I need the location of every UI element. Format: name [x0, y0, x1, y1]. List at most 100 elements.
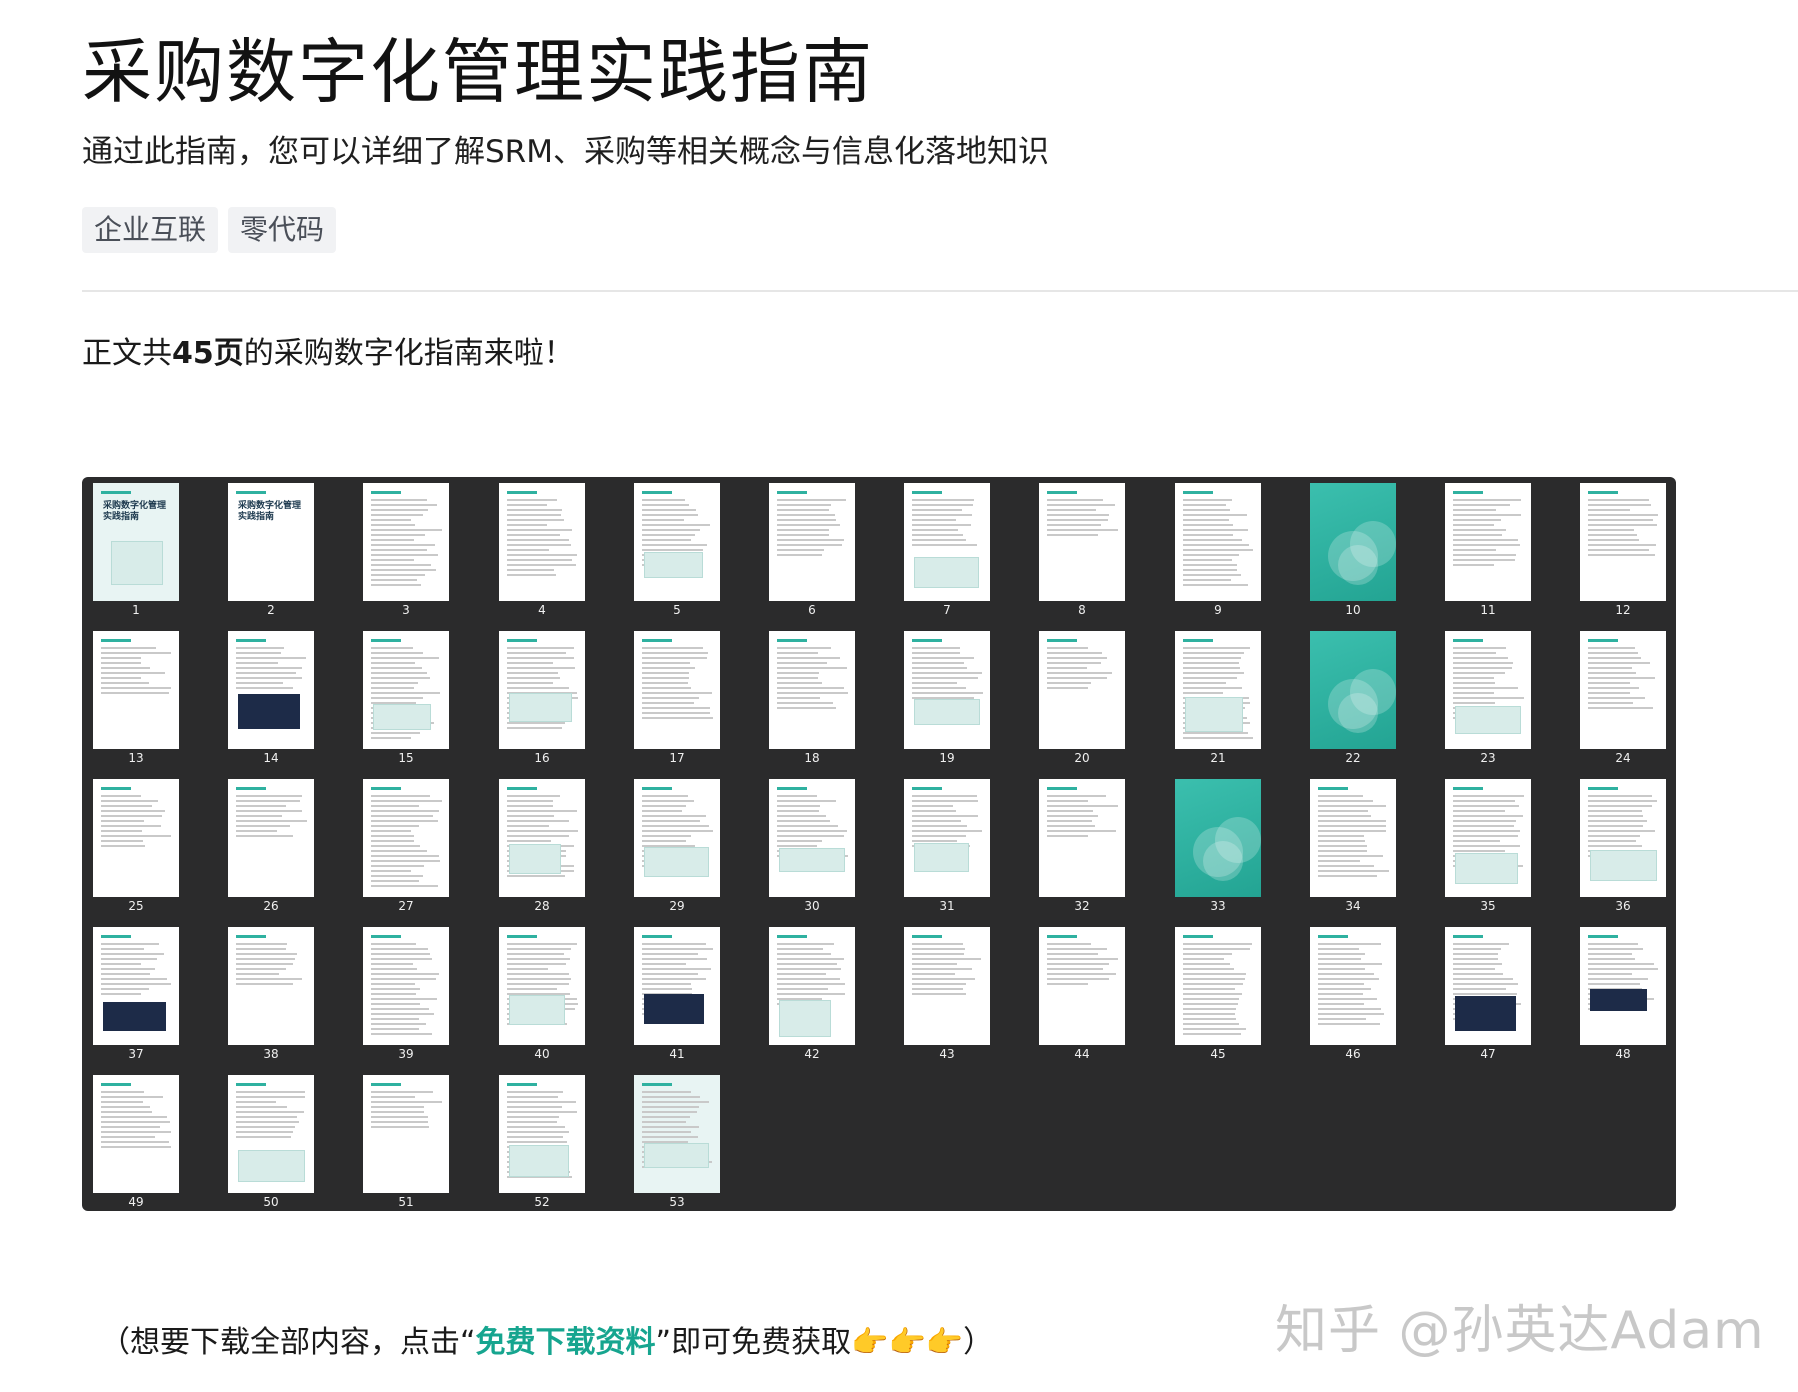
page-thumbnail[interactable] — [363, 927, 449, 1045]
page-thumbnail-grid: 采购数字化管理 实践指南 1 采购数字化管理 实践指南 2 3 4 5 6 7 8 9 10 11 12 1… — [82, 477, 1676, 1211]
page-thumbnail[interactable] — [93, 779, 179, 897]
page-thumbnail[interactable] — [93, 631, 179, 749]
page-thumbnail[interactable] — [634, 927, 720, 1045]
page-number-label: 11 — [1480, 603, 1496, 617]
page-number-label: 31 — [939, 899, 955, 913]
tag-no-code[interactable]: 零代码 — [228, 207, 337, 253]
page-number-label: 15 — [398, 751, 414, 765]
page-subtitle: 通过此指南，您可以详细了解SRM、采购等相关概念与信息化落地知识 — [82, 134, 1049, 170]
page-number-label: 48 — [1615, 1047, 1631, 1061]
page-thumbnail[interactable] — [769, 779, 855, 897]
page-thumbnail[interactable] — [1580, 631, 1666, 749]
page-thumbnail[interactable] — [1175, 927, 1261, 1045]
divider — [82, 290, 1798, 292]
page-number-label: 29 — [669, 899, 685, 913]
page-thumbnail[interactable] — [1310, 631, 1396, 749]
page-title: 采购数字化管理实践指南 — [82, 31, 874, 113]
page-thumbnail[interactable] — [1175, 779, 1261, 897]
page-thumbnail[interactable] — [769, 631, 855, 749]
page-number-label: 2 — [267, 603, 275, 617]
page-thumbnail[interactable] — [363, 779, 449, 897]
page-number-label: 50 — [263, 1195, 279, 1209]
intro-prefix: 正文共 — [82, 336, 172, 371]
page-number-label: 40 — [534, 1047, 550, 1061]
page-number-label: 5 — [673, 603, 681, 617]
page-thumbnail[interactable] — [499, 927, 585, 1045]
page-number-label: 23 — [1480, 751, 1496, 765]
page-number-label: 33 — [1210, 899, 1226, 913]
page-thumbnail[interactable] — [769, 927, 855, 1045]
zhihu-watermark: 知乎 @孙英达Adam — [1275, 1301, 1765, 1361]
page-number-label: 8 — [1078, 603, 1086, 617]
page-thumbnail[interactable] — [634, 483, 720, 601]
page-thumbnail[interactable] — [634, 631, 720, 749]
page-thumbnail[interactable] — [228, 927, 314, 1045]
page-thumbnail[interactable] — [1039, 631, 1125, 749]
page-number-label: 20 — [1074, 751, 1090, 765]
page-number-label: 44 — [1074, 1047, 1090, 1061]
page-thumbnail[interactable] — [1039, 779, 1125, 897]
page-number-label: 41 — [669, 1047, 685, 1061]
page-number-label: 27 — [398, 899, 414, 913]
page-thumbnail[interactable] — [769, 483, 855, 601]
free-download-link[interactable]: 免费下载资料 — [476, 1325, 656, 1360]
page-number-label: 24 — [1615, 751, 1631, 765]
page-thumbnail[interactable] — [363, 631, 449, 749]
page-thumbnail[interactable] — [1580, 483, 1666, 601]
page-thumbnail[interactable] — [904, 631, 990, 749]
page-thumbnail[interactable] — [93, 927, 179, 1045]
page-thumbnail[interactable] — [1310, 483, 1396, 601]
page-thumbnail[interactable] — [1175, 631, 1261, 749]
page-number-label: 7 — [943, 603, 951, 617]
page-number-label: 46 — [1345, 1047, 1361, 1061]
page-thumbnail[interactable] — [1039, 927, 1125, 1045]
page-number-label: 28 — [534, 899, 550, 913]
page-thumbnail[interactable] — [1445, 927, 1531, 1045]
page-thumbnail[interactable] — [499, 483, 585, 601]
page-thumbnail[interactable] — [904, 927, 990, 1045]
page-thumbnail[interactable] — [228, 631, 314, 749]
page-thumbnail[interactable] — [363, 1075, 449, 1193]
page-number-label: 25 — [128, 899, 144, 913]
page-thumbnail[interactable] — [1580, 779, 1666, 897]
page-thumbnail[interactable] — [499, 631, 585, 749]
page-number-label: 35 — [1480, 899, 1496, 913]
page-number-label: 32 — [1074, 899, 1090, 913]
page-thumbnail[interactable] — [1445, 483, 1531, 601]
page-thumbnail[interactable] — [1310, 779, 1396, 897]
page-thumbnail[interactable] — [499, 1075, 585, 1193]
page-thumbnail[interactable] — [228, 1075, 314, 1193]
download-note: （想要下载全部内容，点击“免费下载资料”即可免费获取👉👉👉） — [100, 1317, 993, 1361]
page-thumbnail[interactable] — [499, 779, 585, 897]
page-number-label: 39 — [398, 1047, 414, 1061]
page-thumbnail[interactable]: 采购数字化管理 实践指南 — [228, 483, 314, 601]
page-thumbnail[interactable] — [1445, 779, 1531, 897]
cover-title: 采购数字化管理 实践指南 — [103, 501, 167, 522]
page-thumbnail[interactable] — [904, 779, 990, 897]
page-thumbnail[interactable] — [634, 1075, 720, 1193]
page-thumbnail[interactable] — [634, 779, 720, 897]
page-thumbnail[interactable] — [904, 483, 990, 601]
page-number-label: 22 — [1345, 751, 1361, 765]
page-thumbnail[interactable] — [93, 1075, 179, 1193]
page-number-label: 3 — [402, 603, 410, 617]
page-number-label: 42 — [804, 1047, 820, 1061]
page-number-label: 37 — [128, 1047, 144, 1061]
page-thumbnail[interactable]: 采购数字化管理 实践指南 — [93, 483, 179, 601]
page-thumbnail[interactable] — [1445, 631, 1531, 749]
page-number-label: 36 — [1615, 899, 1631, 913]
page-thumbnail[interactable] — [228, 779, 314, 897]
page-thumbnail[interactable] — [363, 483, 449, 601]
intro-suffix: 的采购数字化指南来啦！ — [243, 336, 574, 371]
page-thumbnail[interactable] — [1175, 483, 1261, 601]
page-thumbnail[interactable] — [1039, 483, 1125, 601]
download-note-prefix: （想要下载全部内容，点击“ — [100, 1325, 476, 1360]
page-thumbnail[interactable] — [1310, 927, 1396, 1045]
page-number-label: 49 — [128, 1195, 144, 1209]
page-thumbnail[interactable] — [1580, 927, 1666, 1045]
cover-title: 采购数字化管理 实践指南 — [238, 501, 302, 522]
page-number-label: 26 — [263, 899, 279, 913]
page-number-label: 16 — [534, 751, 550, 765]
intro-page-count: 45页 — [172, 336, 244, 371]
tag-enterprise-interconnect[interactable]: 企业互联 — [82, 207, 219, 253]
